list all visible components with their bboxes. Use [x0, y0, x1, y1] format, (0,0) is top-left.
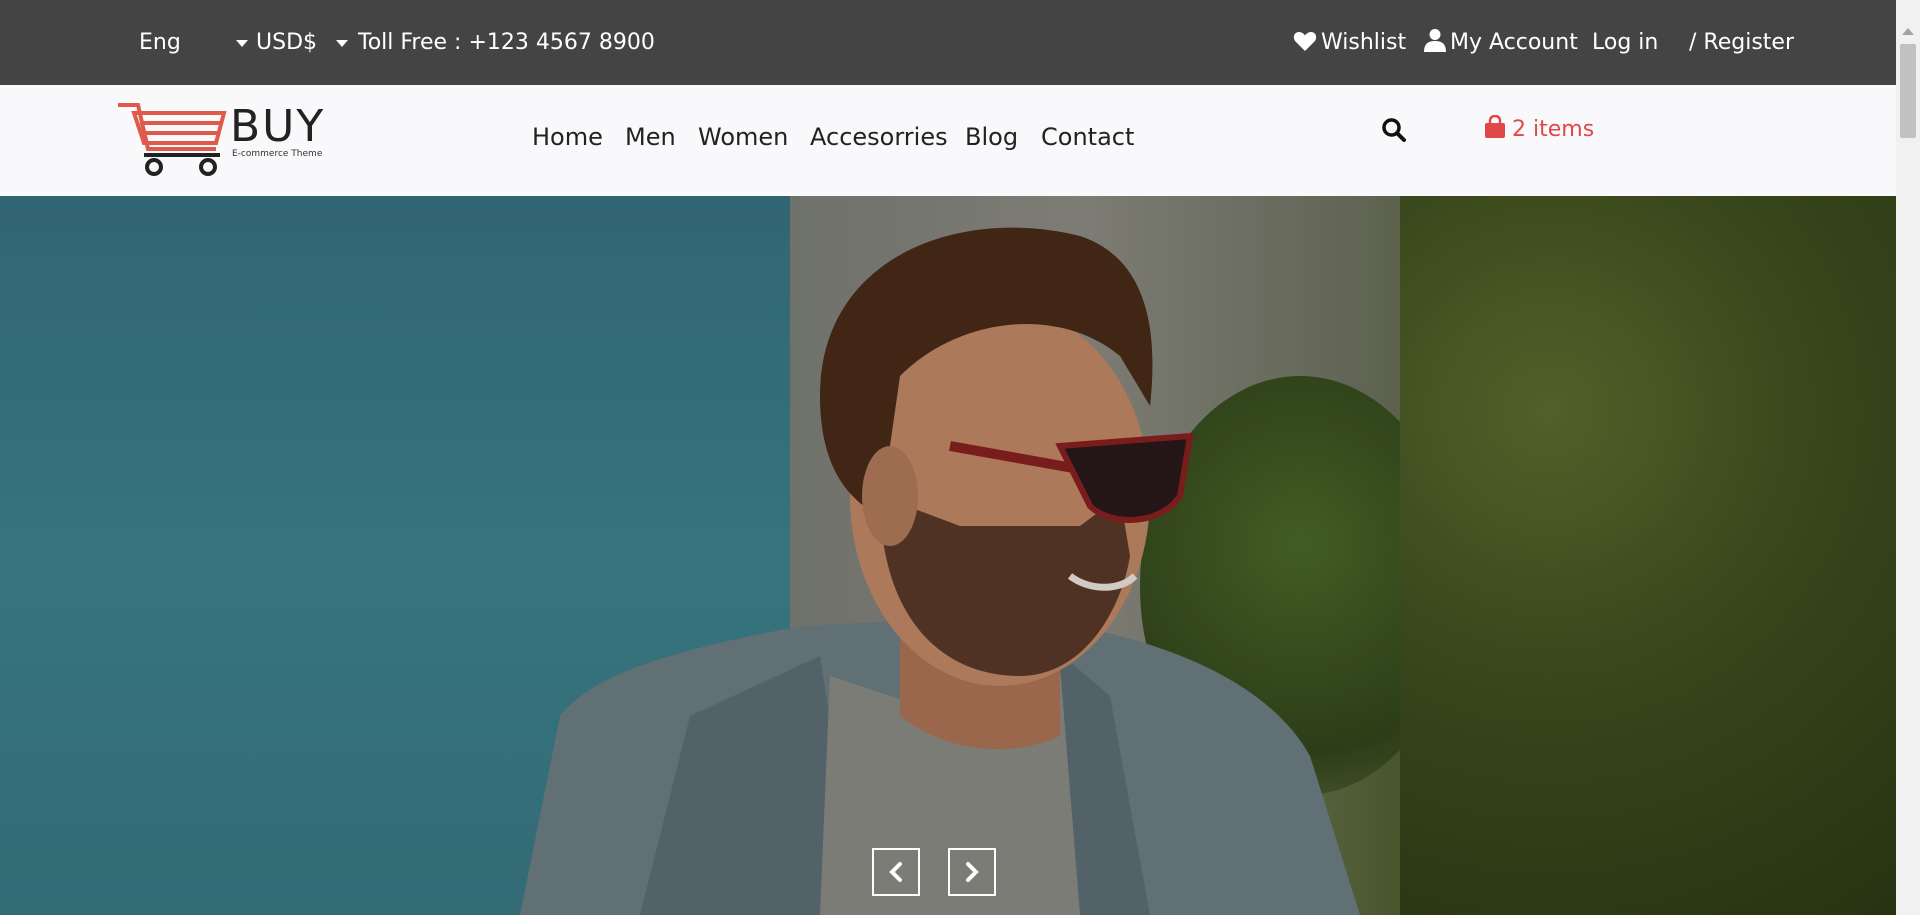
hero-slider	[0, 196, 1896, 915]
search-button[interactable]	[1381, 117, 1407, 148]
wishlist-label: Wishlist	[1321, 30, 1407, 55]
nav-men[interactable]: Men	[625, 123, 676, 151]
chevron-down-icon	[235, 39, 248, 47]
page-scrollbar[interactable]	[1896, 0, 1920, 915]
language-value: Eng	[139, 30, 181, 55]
toll-free-text: Toll Free : +123 4567 8900	[358, 30, 655, 55]
cart-link[interactable]: 2 items	[1484, 114, 1595, 142]
scroll-up-icon[interactable]	[1902, 28, 1914, 35]
chevron-left-icon	[889, 862, 902, 882]
search-icon	[1382, 118, 1406, 142]
scrollbar-thumb[interactable]	[1900, 44, 1916, 138]
logo-text: BUY	[230, 101, 326, 152]
wishlist-link[interactable]: Wishlist	[1293, 28, 1406, 61]
register-link[interactable]: / Register	[1689, 28, 1794, 58]
slider-next-button[interactable]	[948, 848, 996, 896]
nav-blog[interactable]: Blog	[965, 123, 1018, 151]
chevron-down-icon	[336, 39, 349, 47]
main-header: BUY E-commerce Theme Home Men Women Acce…	[0, 85, 1896, 196]
nav-home[interactable]: Home	[532, 123, 603, 151]
currency-value: USD$	[256, 30, 318, 55]
currency-select[interactable]: USD$	[256, 28, 349, 58]
language-select[interactable]: Eng	[139, 28, 248, 58]
nav-accessories[interactable]: Accesorries	[810, 123, 948, 151]
login-link[interactable]: Log in	[1592, 28, 1658, 58]
nav-contact[interactable]: Contact	[1041, 123, 1134, 151]
top-bar: Eng USD$ Toll Free : +123 4567 8900 Wish…	[0, 0, 1896, 85]
chevron-right-icon	[966, 862, 979, 882]
logo-tagline: E-commerce Theme	[232, 149, 323, 159]
user-icon	[1424, 28, 1446, 61]
hero-overlay	[0, 196, 1896, 915]
shopping-bag-icon	[1485, 114, 1505, 138]
my-account-label: My Account	[1450, 30, 1578, 55]
heart-icon	[1293, 30, 1317, 61]
logo[interactable]: BUY E-commerce Theme	[116, 103, 323, 183]
my-account-link[interactable]: My Account	[1424, 28, 1578, 61]
slider-prev-button[interactable]	[872, 848, 920, 896]
cart-count-label: 2 items	[1512, 117, 1595, 142]
nav-women[interactable]: Women	[698, 123, 788, 151]
